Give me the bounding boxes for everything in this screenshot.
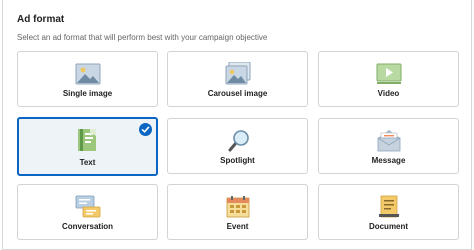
- format-label: Video: [377, 89, 400, 98]
- format-card-carousel-image[interactable]: Carousel image: [167, 51, 308, 107]
- text-ad-icon: [77, 129, 96, 151]
- format-label: Text: [79, 158, 96, 167]
- section-subtitle: Select an ad format that will perform be…: [17, 33, 268, 42]
- video-icon: [376, 63, 401, 84]
- format-label: Single image: [62, 89, 113, 98]
- image-icon: [75, 63, 100, 85]
- format-card-event[interactable]: Event: [167, 184, 308, 240]
- format-card-text[interactable]: Text: [17, 117, 158, 176]
- format-card-single-image[interactable]: Single image: [17, 51, 158, 107]
- format-label: Spotlight: [220, 156, 255, 165]
- format-card-video[interactable]: Video: [318, 51, 459, 107]
- selected-check-icon: [139, 123, 152, 136]
- format-label: Event: [226, 222, 249, 231]
- calendar-icon: [226, 196, 249, 218]
- format-card-message[interactable]: Message: [318, 118, 459, 174]
- envelope-icon: [377, 130, 400, 152]
- format-label: Message: [371, 156, 406, 165]
- format-label: Document: [368, 222, 409, 231]
- magnifier-icon: [228, 130, 249, 152]
- section-title: Ad format: [17, 14, 65, 25]
- format-card-document[interactable]: Document: [318, 184, 459, 240]
- carousel-image-icon: [225, 62, 250, 85]
- chat-bubbles-icon: [75, 195, 100, 218]
- format-label: Carousel image: [207, 89, 268, 98]
- format-label: Conversation: [61, 222, 114, 231]
- ad-format-panel: Ad format Select an ad format that will …: [2, 0, 472, 250]
- format-card-conversation[interactable]: Conversation: [17, 184, 158, 240]
- format-card-spotlight[interactable]: Spotlight: [167, 118, 308, 174]
- document-icon: [378, 195, 399, 218]
